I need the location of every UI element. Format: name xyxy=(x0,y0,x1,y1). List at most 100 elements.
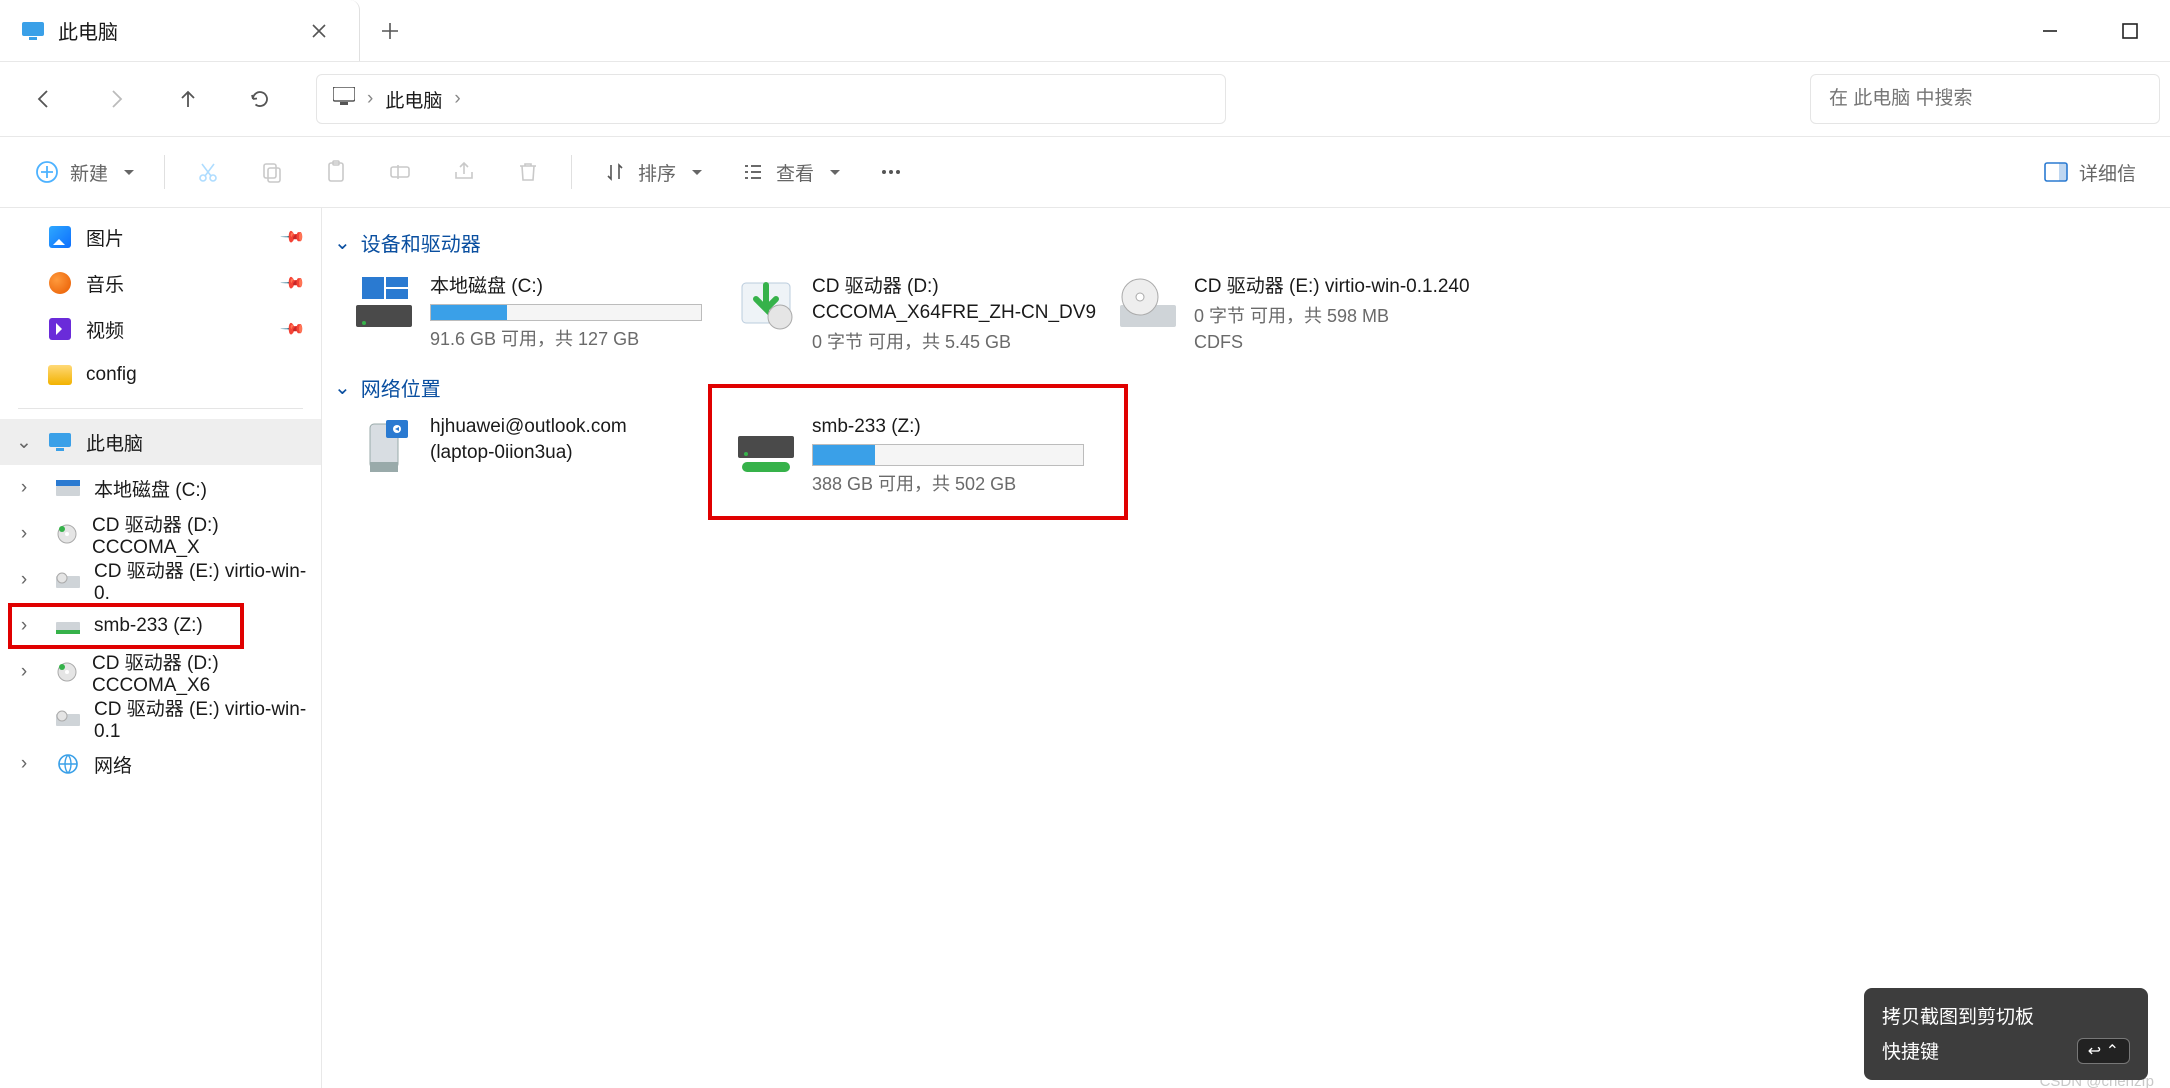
share-icon xyxy=(451,159,477,185)
sidebar-drive-c[interactable]: ›本地磁盘 (C:) xyxy=(0,465,321,511)
section-network-header[interactable]: ⌄网络位置 xyxy=(334,373,2158,402)
os-drive-icon xyxy=(352,271,416,335)
keyboard-shortcut: ↩ ⌃ xyxy=(2077,1038,2130,1064)
trash-icon xyxy=(515,159,541,185)
this-pc-path-icon xyxy=(333,87,355,111)
command-bar: 新建 排序 查看 详细信 xyxy=(0,136,2170,208)
sidebar-drive-z[interactable]: ›smb-233 (Z:) xyxy=(0,603,321,649)
minimize-button[interactable] xyxy=(2010,0,2090,61)
titlebar: 此电脑 xyxy=(0,0,2170,62)
chevron-down-icon: ⌄ xyxy=(334,375,351,400)
pin-icon: 📌 xyxy=(279,269,307,297)
rename-icon xyxy=(387,159,413,185)
tile-dvd-d[interactable]: CD 驱动器 (D:) CCCOMA_X64FRE_ZH-CN_DV9 0 字节… xyxy=(728,267,1106,355)
network-grid: hjhuawei@outlook.com (laptop-0iion3ua) s… xyxy=(332,412,2160,500)
chevron-right-icon[interactable]: › xyxy=(14,661,34,683)
ellipsis-icon xyxy=(878,159,904,185)
toast-shortcut-label: 快捷键 xyxy=(1882,1037,1939,1064)
navigation-pane: 图片📌 音乐📌 视频📌 config ⌄ 此电脑 ›本地磁盘 (C:) ›CD … xyxy=(0,208,322,1088)
sort-button[interactable]: 排序 xyxy=(586,148,718,196)
dvd-drive-icon xyxy=(1116,271,1180,335)
paste-button[interactable] xyxy=(307,148,365,196)
scissors-icon xyxy=(195,159,221,185)
sidebar-item-music[interactable]: 音乐📌 xyxy=(0,260,321,306)
sidebar-drive-e[interactable]: ›CD 驱动器 (E:) virtio-win-0. xyxy=(0,557,321,603)
drive-icon xyxy=(56,476,80,500)
sort-icon xyxy=(602,159,628,185)
refresh-button[interactable] xyxy=(226,74,294,124)
view-icon xyxy=(740,159,766,185)
folder-icon xyxy=(48,363,72,387)
network-icon xyxy=(56,752,80,776)
sidebar-drive-d[interactable]: ›CD 驱动器 (D:) CCCOMA_X xyxy=(0,511,321,557)
rename-button[interactable] xyxy=(371,148,429,196)
this-pc-icon xyxy=(48,430,72,454)
pin-icon: 📌 xyxy=(279,315,307,343)
sidebar-this-pc[interactable]: ⌄ 此电脑 xyxy=(0,419,321,465)
new-tab-button[interactable] xyxy=(360,0,420,61)
chevron-right-icon: › xyxy=(454,88,460,110)
chevron-right-icon[interactable]: › xyxy=(14,523,34,545)
close-icon xyxy=(311,23,327,39)
sidebar-item-config[interactable]: config xyxy=(0,352,321,398)
maximize-button[interactable] xyxy=(2090,0,2170,61)
dvd-install-icon xyxy=(734,271,798,335)
usage-bar xyxy=(812,444,1084,466)
address-bar: › 此电脑 › xyxy=(0,62,2170,136)
dvd-drive-icon xyxy=(56,522,78,546)
dvd-drive-icon xyxy=(56,568,80,592)
usage-bar xyxy=(430,304,702,321)
plus-icon xyxy=(381,22,399,40)
separator xyxy=(571,155,572,189)
chevron-down-icon: ⌄ xyxy=(334,230,351,255)
details-pane-icon xyxy=(2043,159,2069,185)
chevron-right-icon[interactable]: › xyxy=(14,569,34,591)
tile-media-server[interactable]: hjhuawei@outlook.com (laptop-0iion3ua) xyxy=(346,412,724,500)
tile-local-disk-c[interactable]: 本地磁盘 (C:) 91.6 GB 可用，共 127 GB xyxy=(346,267,724,355)
breadcrumb[interactable]: › 此电脑 › xyxy=(316,74,1226,124)
sidebar-drive-d2[interactable]: ›CD 驱动器 (D:) CCCOMA_X6 xyxy=(0,649,321,695)
delete-button[interactable] xyxy=(499,148,557,196)
cut-button[interactable] xyxy=(179,148,237,196)
tile-dvd-e[interactable]: CD 驱动器 (E:) virtio-win-0.1.240 0 字节 可用，共… xyxy=(1110,267,1488,355)
sidebar-item-pictures[interactable]: 图片📌 xyxy=(0,214,321,260)
back-button[interactable] xyxy=(10,74,78,124)
search-input[interactable] xyxy=(1829,88,2141,110)
chevron-right-icon[interactable]: › xyxy=(14,615,34,637)
content-area: ⌄设备和驱动器 本地磁盘 (C:) 91.6 GB 可用，共 127 GB CD… xyxy=(322,208,2170,1088)
tile-smb-z[interactable]: smb-233 (Z:) 388 GB 可用，共 502 GB xyxy=(728,412,1106,500)
sidebar-network[interactable]: ›网络 xyxy=(0,741,321,787)
search-box[interactable] xyxy=(1810,74,2160,124)
copy-icon xyxy=(259,159,285,185)
more-button[interactable] xyxy=(862,148,920,196)
music-icon xyxy=(48,271,72,295)
chevron-right-icon[interactable]: › xyxy=(14,477,34,499)
share-button[interactable] xyxy=(435,148,493,196)
plus-circle-icon xyxy=(34,159,60,185)
tab-title: 此电脑 xyxy=(58,16,118,45)
chevron-right-icon[interactable]: › xyxy=(14,753,34,775)
network-drive-icon xyxy=(734,416,798,480)
video-icon xyxy=(48,317,72,341)
new-button[interactable]: 新建 xyxy=(18,148,150,196)
window-controls xyxy=(2010,0,2170,61)
chevron-down-icon[interactable]: ⌄ xyxy=(14,431,34,454)
sidebar-item-videos[interactable]: 视频📌 xyxy=(0,306,321,352)
copy-button[interactable] xyxy=(243,148,301,196)
devices-grid: 本地磁盘 (C:) 91.6 GB 可用，共 127 GB CD 驱动器 (D:… xyxy=(332,267,2160,355)
paste-icon xyxy=(323,159,349,185)
breadcrumb-segment[interactable]: 此电脑 xyxy=(385,86,442,113)
tab-close-button[interactable] xyxy=(301,13,337,49)
network-drive-icon xyxy=(56,614,80,638)
view-button[interactable]: 查看 xyxy=(724,148,856,196)
toast-title: 拷贝截图到剪切板 xyxy=(1882,1002,2130,1029)
dvd-drive-icon xyxy=(56,660,78,684)
forward-button[interactable] xyxy=(82,74,150,124)
up-button[interactable] xyxy=(154,74,222,124)
section-devices-header[interactable]: ⌄设备和驱动器 xyxy=(334,228,2158,257)
pictures-icon xyxy=(48,225,72,249)
sidebar-drive-e2[interactable]: CD 驱动器 (E:) virtio-win-0.1 xyxy=(0,695,321,741)
details-pane-button[interactable]: 详细信 xyxy=(2027,148,2152,196)
pin-icon: 📌 xyxy=(279,223,307,251)
window-tab[interactable]: 此电脑 xyxy=(0,0,360,61)
